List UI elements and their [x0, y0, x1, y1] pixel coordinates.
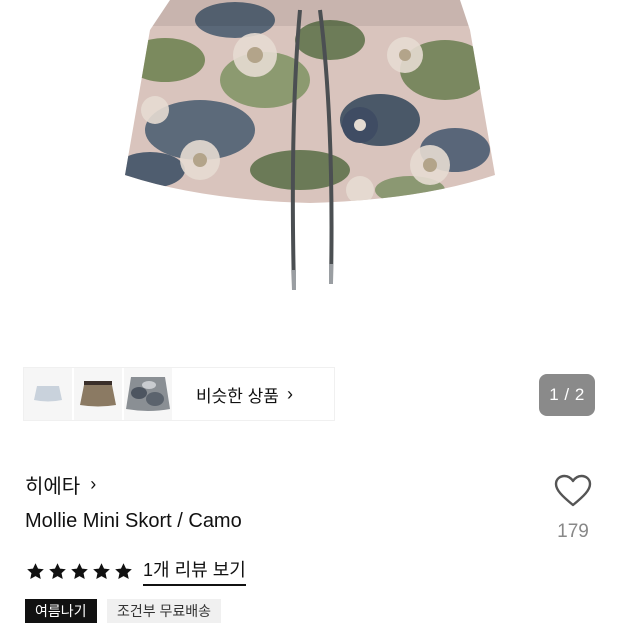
similar-thumb-2[interactable]	[74, 368, 124, 420]
light-skirt-thumbnail	[34, 386, 62, 402]
brown-skirt-thumbnail	[80, 381, 116, 407]
rating-stars	[26, 562, 133, 581]
chevron-right-icon: ›	[90, 474, 97, 494]
heart-outline-icon	[554, 474, 592, 507]
star-icon	[115, 562, 132, 579]
product-image[interactable]	[0, 0, 620, 355]
similar-thumb-1[interactable]	[24, 368, 74, 420]
like-button[interactable]	[548, 474, 598, 513]
rating-row: 1개 리뷰 보기	[26, 556, 246, 586]
chevron-right-icon: ›	[286, 383, 293, 404]
similar-products-strip[interactable]: 비슷한 상품 ›	[24, 368, 334, 420]
star-icon	[93, 562, 110, 579]
camo-skirt-thumbnail	[126, 377, 170, 411]
season-badge: 여름나기	[25, 599, 97, 623]
star-icon	[27, 562, 44, 579]
similar-products-label: 비슷한 상품	[196, 386, 279, 406]
image-pager: 1 / 2	[539, 374, 595, 416]
review-link[interactable]: 1개 리뷰 보기	[143, 556, 246, 586]
brand-link[interactable]: 히에타 ›	[25, 470, 96, 499]
similar-products-link[interactable]: 비슷한 상품 ›	[196, 382, 293, 407]
product-name: Mollie Mini Skort / Camo	[25, 510, 242, 532]
shipping-badge: 조건부 무료배송	[107, 599, 222, 623]
similar-thumb-3[interactable]	[124, 368, 174, 420]
star-icon	[71, 562, 88, 579]
camo-skort-illustration	[125, 0, 495, 291]
like-count: 179	[557, 521, 589, 542]
brand-name: 히에타	[25, 476, 81, 498]
star-icon	[49, 562, 66, 579]
